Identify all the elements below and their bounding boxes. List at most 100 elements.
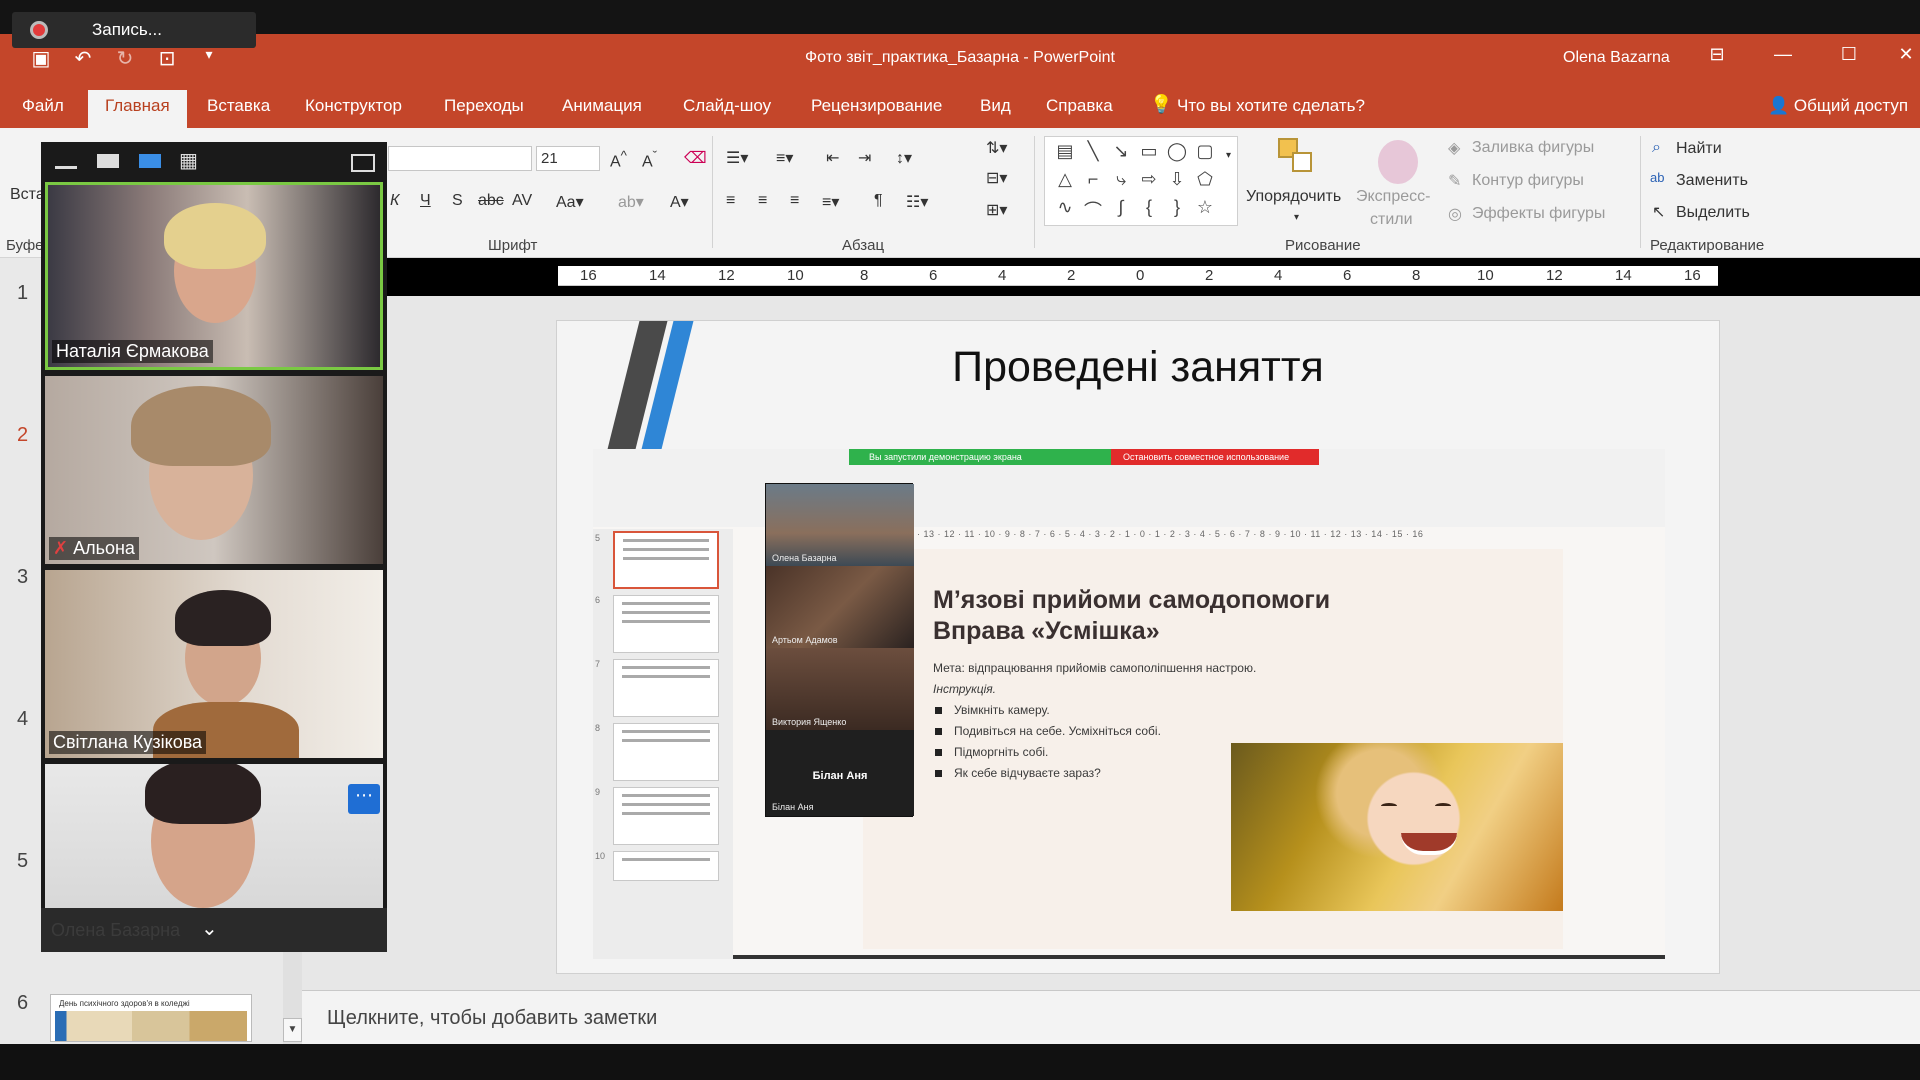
line-shape-icon[interactable]: ╲ xyxy=(1079,141,1107,169)
clear-format-icon[interactable]: ⌫ xyxy=(684,148,707,168)
current-slide[interactable]: Проведені заняття Вы запустили демонстра… xyxy=(556,320,1720,974)
smartart-icon[interactable]: ⊞▾ xyxy=(986,200,1007,220)
more-options-button[interactable]: ⋯ xyxy=(348,784,380,814)
star-shape-icon[interactable]: ☆ xyxy=(1191,197,1219,225)
gallery-more-icon[interactable]: ▾ xyxy=(1226,150,1231,161)
align-right-icon[interactable]: ≡ xyxy=(790,192,799,210)
shrink-font-icon[interactable]: Aˇ xyxy=(642,148,657,171)
slide-title[interactable]: Проведені заняття xyxy=(557,343,1719,392)
strikethrough-icon[interactable]: abc xyxy=(478,192,504,210)
down-arrow-shape-icon[interactable]: ⇩ xyxy=(1163,169,1191,197)
replace-button[interactable]: Заменить xyxy=(1676,172,1748,190)
video-conference-panel[interactable]: ▦ Наталія Єрмакова Альона Світлана Кузік… xyxy=(41,142,387,952)
freeform-shape-icon[interactable]: ∫ xyxy=(1107,197,1135,225)
quick-styles-icon[interactable] xyxy=(1378,140,1418,184)
pentagon-shape-icon[interactable]: ⬠ xyxy=(1191,169,1219,197)
video-tile[interactable]: ⋯ xyxy=(45,764,383,908)
quick-styles-button[interactable]: Экспресс- xyxy=(1356,188,1430,206)
slide-thumbnail[interactable]: День психічного здоров'я в коледжі xyxy=(50,994,252,1042)
user-name[interactable]: Olena Bazarna xyxy=(1563,49,1670,67)
text-direction-icon[interactable]: ¶ xyxy=(874,192,883,210)
char-spacing-icon[interactable]: AV xyxy=(512,192,532,210)
grow-font-icon[interactable]: A^ xyxy=(610,148,627,171)
arrange-button[interactable]: Упорядочить xyxy=(1246,188,1341,206)
tab-file[interactable]: Файл xyxy=(22,96,64,116)
brace-left-shape-icon[interactable]: { xyxy=(1135,197,1163,225)
text-orientation-icon[interactable]: ⇅▾ xyxy=(986,138,1007,158)
tab-home[interactable]: Главная xyxy=(88,90,187,128)
font-color-icon[interactable]: A▾ xyxy=(670,192,689,212)
numbering-icon[interactable]: ≡▾ xyxy=(776,148,793,168)
ribbon-display-icon[interactable]: ⊟ xyxy=(1697,44,1737,65)
curve-shape-icon[interactable]: ∿ xyxy=(1051,197,1079,225)
font-size-input[interactable]: 21 xyxy=(536,146,600,171)
align-center-icon[interactable]: ≡ xyxy=(758,192,767,210)
underline-icon[interactable]: Ч xyxy=(420,192,431,210)
scroll-down-icon[interactable]: ▼ xyxy=(283,1018,302,1042)
shape-fill-button[interactable]: Заливка фигуры xyxy=(1472,139,1594,157)
tab-help[interactable]: Справка xyxy=(1046,96,1113,116)
textbox-shape-icon[interactable]: ▤ xyxy=(1051,141,1079,169)
select-button[interactable]: Выделить xyxy=(1676,204,1750,222)
find-button[interactable]: Найти xyxy=(1676,140,1722,158)
tab-animations[interactable]: Анимация xyxy=(562,96,642,116)
recording-badge[interactable]: Запись... xyxy=(12,12,256,48)
tab-review[interactable]: Рецензирование xyxy=(811,96,942,116)
highlight-icon[interactable]: ab▾ xyxy=(618,192,644,212)
connector-shape-icon[interactable]: ⌐ xyxy=(1079,169,1107,197)
expand-panel-icon[interactable] xyxy=(351,154,375,172)
arrange-dropdown-icon[interactable]: ▾ xyxy=(1294,212,1299,223)
paste-button[interactable]: Вста xyxy=(10,186,45,204)
decrease-indent-icon[interactable]: ⇤ xyxy=(826,148,839,168)
font-name-input[interactable] xyxy=(388,146,532,171)
horizontal-ruler[interactable]: 16 14 12 10 8 6 4 2 0 2 4 6 8 10 12 14 1… xyxy=(558,266,1718,286)
notes-pane[interactable]: Щелкните, чтобы добавить заметки xyxy=(302,990,1920,1044)
arrange-icon[interactable] xyxy=(1278,138,1314,174)
rounded-rect-shape-icon[interactable]: ▢ xyxy=(1191,141,1219,169)
video-tile[interactable]: Світлана Кузікова xyxy=(45,570,383,758)
align-left-icon[interactable]: ≡ xyxy=(726,192,735,210)
right-arrow-shape-icon[interactable]: ⇨ xyxy=(1135,169,1163,197)
tab-transitions[interactable]: Переходы xyxy=(444,96,524,116)
justify-icon[interactable]: ≡▾ xyxy=(822,192,839,212)
italic-icon[interactable]: К xyxy=(390,192,399,210)
bullets-icon[interactable]: ☰▾ xyxy=(726,148,748,168)
change-case-icon[interactable]: Aa▾ xyxy=(556,192,584,212)
elbow-shape-icon[interactable]: ⤷ xyxy=(1107,169,1135,197)
shape-effects-button[interactable]: Эффекты фигуры xyxy=(1472,205,1605,223)
share-button[interactable]: 👤 Общий доступ xyxy=(1768,96,1908,116)
shape-outline-button[interactable]: Контур фигуры xyxy=(1472,172,1584,190)
slide-number: 3 xyxy=(17,566,29,588)
close-icon[interactable]: ✕ xyxy=(1892,44,1920,65)
notes-placeholder[interactable]: Щелкните, чтобы добавить заметки xyxy=(327,1007,657,1030)
shapes-gallery[interactable]: ▤ ╲ ↘ ▭ ◯ ▢ △ ⌐ ⤷ ⇨ ⇩ ⬠ ∿ ⌒ ∫ { } ☆ xyxy=(1044,136,1238,226)
align-text-icon[interactable]: ⊟▾ xyxy=(986,168,1007,188)
chevron-down-icon[interactable]: ⌄ xyxy=(201,916,218,941)
tell-me-search[interactable]: Что вы хотите сделать? xyxy=(1177,96,1365,116)
arc-shape-icon[interactable]: ⌒ xyxy=(1079,197,1107,225)
strip-view-icon[interactable] xyxy=(139,154,161,168)
tab-view[interactable]: Вид xyxy=(980,96,1011,116)
arrow-line-shape-icon[interactable]: ↘ xyxy=(1107,141,1135,169)
video-tile[interactable]: Альона xyxy=(45,376,383,564)
shadow-icon[interactable]: S xyxy=(452,192,463,210)
triangle-shape-icon[interactable]: △ xyxy=(1051,169,1079,197)
minimize-icon[interactable]: — xyxy=(1763,44,1803,65)
rectangle-shape-icon[interactable]: ▭ xyxy=(1135,141,1163,169)
oval-shape-icon[interactable]: ◯ xyxy=(1163,141,1191,169)
line-spacing-icon[interactable]: ↕▾ xyxy=(896,148,912,168)
minimize-panel-icon[interactable] xyxy=(55,166,77,169)
brace-right-shape-icon[interactable]: } xyxy=(1163,197,1191,225)
gallery-view-icon[interactable]: ▦ xyxy=(179,148,201,172)
columns-icon[interactable]: ☷▾ xyxy=(906,192,928,212)
single-view-icon[interactable] xyxy=(97,154,119,168)
tab-slideshow[interactable]: Слайд-шоу xyxy=(683,96,771,116)
search-icon: ⌕ xyxy=(1652,139,1661,156)
increase-indent-icon[interactable]: ⇥ xyxy=(858,148,871,168)
tab-design[interactable]: Конструктор xyxy=(305,96,402,116)
maximize-icon[interactable]: ☐ xyxy=(1829,44,1869,65)
video-tile[interactable]: Наталія Єрмакова xyxy=(45,182,383,370)
tab-insert[interactable]: Вставка xyxy=(207,96,270,116)
clipboard-group-label: Буфе xyxy=(6,237,44,254)
thumbnail-image xyxy=(55,1011,247,1041)
